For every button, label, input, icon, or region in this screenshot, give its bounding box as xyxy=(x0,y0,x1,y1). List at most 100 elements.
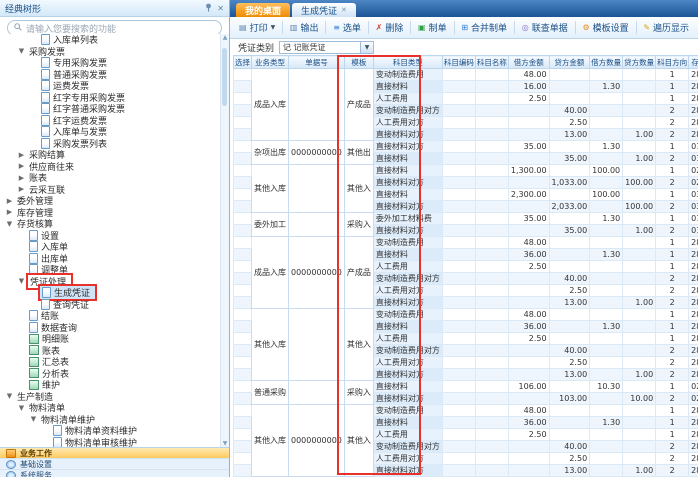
tab-close-icon[interactable]: ✕ xyxy=(341,6,347,14)
row-select-cell[interactable] xyxy=(234,321,252,333)
switcher-item-0[interactable]: 业务工作 xyxy=(0,448,229,459)
sidebar-scrollbar[interactable]: ▲ ▼ xyxy=(220,34,229,448)
chevron-collapsed-icon[interactable]: ▶ xyxy=(17,162,26,170)
row-select-cell[interactable] xyxy=(234,93,252,105)
chevron-collapsed-icon[interactable]: ▶ xyxy=(17,185,26,193)
row-select-cell[interactable] xyxy=(234,441,252,453)
direction-cell: 2 xyxy=(656,177,689,189)
toolbar-button-2[interactable]: ≡选单 xyxy=(328,20,366,35)
row-select-cell[interactable] xyxy=(234,393,252,405)
switcher-item-2[interactable]: 系统服务 xyxy=(0,470,229,477)
chevron-expanded-icon[interactable]: ▼ xyxy=(17,277,26,285)
row-select-cell[interactable] xyxy=(234,201,252,213)
row-select-cell[interactable] xyxy=(234,285,252,297)
column-header-sel[interactable]: 选择 xyxy=(234,56,252,69)
chevron-expanded-icon[interactable]: ▼ xyxy=(5,220,14,228)
row-select-cell[interactable] xyxy=(234,309,252,321)
row-select-cell[interactable] xyxy=(234,225,252,237)
chevron-down-icon[interactable]: ▼ xyxy=(360,42,373,53)
voucher-category-select[interactable]: 记 记账凭证 ▼ xyxy=(279,41,374,54)
column-header-subject_code[interactable]: 科目编码 xyxy=(442,56,475,69)
debit-qty-cell xyxy=(590,129,623,141)
sidebar-item-1[interactable]: ▼采购发票 xyxy=(1,46,220,58)
toolbar-button-5[interactable]: ⊞合并制单 xyxy=(456,20,512,35)
row-select-cell[interactable] xyxy=(234,261,252,273)
direction-cell: 1 xyxy=(656,417,689,429)
toolbar-button-1[interactable]: ▥输出 xyxy=(285,20,324,35)
row-select-cell[interactable] xyxy=(234,189,252,201)
row-select-cell[interactable] xyxy=(234,69,252,81)
toolbar-button-4[interactable]: ▣制单 xyxy=(413,20,452,35)
toolbar-button-6[interactable]: ◎联查单据 xyxy=(517,20,573,35)
sidebar-item-6[interactable]: 红字普通采购发票 xyxy=(1,103,220,115)
row-select-cell[interactable] xyxy=(234,357,252,369)
sidebar-item-3[interactable]: 普通采购发票 xyxy=(1,69,220,81)
column-header-template[interactable]: 模板 xyxy=(344,56,373,69)
column-header-inv_code[interactable]: 存货编码 xyxy=(689,56,698,69)
row-select-cell[interactable] xyxy=(234,141,252,153)
chevron-collapsed-icon[interactable]: ▶ xyxy=(17,151,26,159)
row-select-cell[interactable] xyxy=(234,345,252,357)
switcher-item-1[interactable]: 基础设置 xyxy=(0,459,229,470)
debit-amount-cell xyxy=(508,129,549,141)
toolbar-button-0[interactable]: ▤打印▼ xyxy=(234,20,280,35)
column-header-direction[interactable]: 科目方向 xyxy=(656,56,689,69)
chevron-expanded-icon[interactable]: ▼ xyxy=(29,415,38,423)
toolbar-button-3[interactable]: ✗删除 xyxy=(371,20,409,35)
row-select-cell[interactable] xyxy=(234,369,252,381)
row-select-cell[interactable] xyxy=(234,417,252,429)
debit-qty-cell xyxy=(590,405,623,417)
subject-name-cell xyxy=(475,153,508,165)
row-select-cell[interactable] xyxy=(234,165,252,177)
row-select-cell[interactable] xyxy=(234,465,252,477)
sidebar-item-8[interactable]: 入库单与发票 xyxy=(1,126,220,138)
chevron-collapsed-icon[interactable]: ▶ xyxy=(17,174,26,182)
row-select-cell[interactable] xyxy=(234,105,252,117)
sidebar-item-2[interactable]: 专用采购发票 xyxy=(1,57,220,69)
row-select-cell[interactable] xyxy=(234,249,252,261)
column-header-debit_qty[interactable]: 借方数量 xyxy=(590,56,623,69)
row-select-cell[interactable] xyxy=(234,237,252,249)
tab-desktop[interactable]: 我的桌面 xyxy=(236,3,290,17)
sidebar-item-32[interactable]: ▼物料清单 xyxy=(1,402,220,414)
row-select-cell[interactable] xyxy=(234,429,252,441)
chevron-expanded-icon[interactable]: ▼ xyxy=(17,47,26,55)
chevron-down-icon[interactable]: ▼ xyxy=(271,24,276,31)
chevron-expanded-icon[interactable]: ▼ xyxy=(17,404,26,412)
pin-icon[interactable] xyxy=(205,3,212,14)
scroll-up-icon[interactable]: ▲ xyxy=(221,34,229,42)
subject-code-cell xyxy=(442,249,475,261)
column-header-doc_no[interactable]: 单据号 xyxy=(289,56,345,69)
direction-cell: 2 xyxy=(656,453,689,465)
row-select-cell[interactable] xyxy=(234,153,252,165)
column-header-subject_type[interactable]: 科目类型 xyxy=(373,56,442,69)
row-select-cell[interactable] xyxy=(234,117,252,129)
column-header-biz_type[interactable]: 业务类型 xyxy=(252,56,289,69)
column-header-credit_qty[interactable]: 贷方数量 xyxy=(623,56,656,69)
chevron-collapsed-icon[interactable]: ▶ xyxy=(5,197,14,205)
tab-generate-voucher[interactable]: 生成凭证✕ xyxy=(292,3,356,17)
sidebar-item-7[interactable]: 红字运费发票 xyxy=(1,115,220,127)
toolbar-button-8[interactable]: ✎遍历显示 xyxy=(638,20,694,35)
row-select-cell[interactable] xyxy=(234,405,252,417)
close-icon[interactable]: ✕ xyxy=(217,4,224,13)
row-select-cell[interactable] xyxy=(234,453,252,465)
row-select-cell[interactable] xyxy=(234,297,252,309)
row-select-cell[interactable] xyxy=(234,177,252,189)
toolbar-button-7[interactable]: ⚙模板设置 xyxy=(577,20,633,35)
credit-qty-cell: 100.00 xyxy=(623,201,656,213)
chevron-expanded-icon[interactable]: ▼ xyxy=(5,392,14,400)
row-select-cell[interactable] xyxy=(234,213,252,225)
row-select-cell[interactable] xyxy=(234,333,252,345)
scrollbar-thumb[interactable] xyxy=(222,48,227,106)
debit-amount-cell: 48.00 xyxy=(508,405,549,417)
row-select-cell[interactable] xyxy=(234,81,252,93)
row-select-cell[interactable] xyxy=(234,273,252,285)
column-header-debit_amount[interactable]: 借方金额 xyxy=(508,56,549,69)
column-header-subject_name[interactable]: 科目名称 xyxy=(475,56,508,69)
sidebar-item-21[interactable]: ▼凭证处理 xyxy=(1,276,220,288)
row-select-cell[interactable] xyxy=(234,381,252,393)
chevron-collapsed-icon[interactable]: ▶ xyxy=(5,208,14,216)
row-select-cell[interactable] xyxy=(234,129,252,141)
column-header-credit_amount[interactable]: 贷方金额 xyxy=(549,56,590,69)
